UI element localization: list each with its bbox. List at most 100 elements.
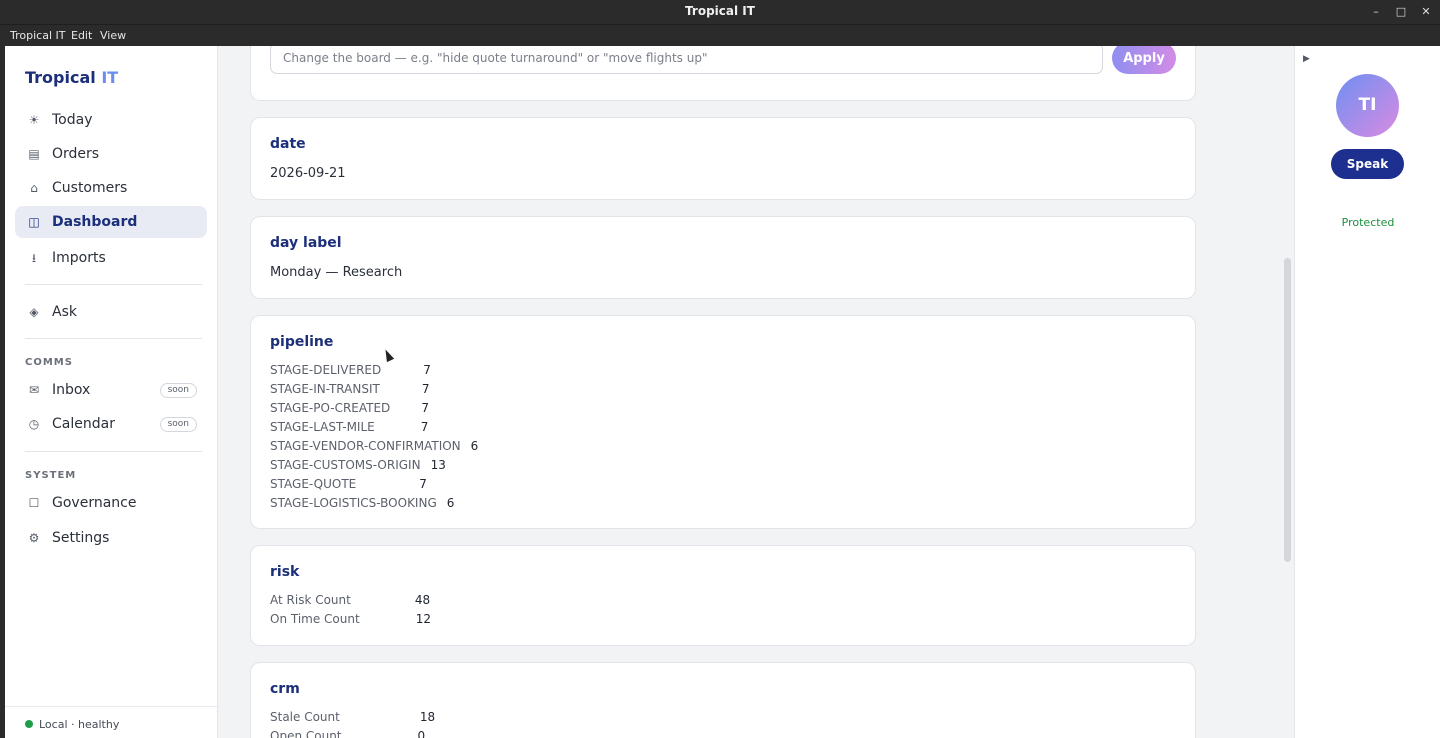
- kv-value: 7: [421, 382, 430, 396]
- board-prompt-card: Apply: [250, 46, 1196, 101]
- card-title: date: [270, 136, 306, 152]
- menu-bar: Tropical IT Edit View: [0, 24, 1440, 46]
- kv-key: STAGE-VENDOR-CONFIRMATION: [270, 439, 461, 453]
- kv-row: At Risk Count 48: [270, 591, 430, 610]
- kv-key: STAGE-QUOTE: [270, 477, 357, 491]
- sidebar-item-governance[interactable]: ☐ Governance: [15, 487, 207, 519]
- kv-value: 7: [421, 401, 429, 415]
- sidebar-item-label: Dashboard: [52, 214, 138, 230]
- kv-key: STAGE-PO-CREATED: [270, 401, 391, 415]
- kv-value: 7: [419, 477, 427, 491]
- protected-status: Protected: [1341, 216, 1395, 229]
- kv-value: 13: [430, 458, 446, 472]
- sidebar-item-label: Ask: [52, 304, 77, 320]
- kv-key: STAGE-IN-TRANSIT: [270, 382, 380, 396]
- close-icon[interactable]: ✕: [1418, 4, 1434, 20]
- board-prompt-input[interactable]: [270, 46, 1103, 74]
- card-crm: crm Stale Count 18 Open Count 0: [250, 662, 1196, 738]
- sidebar-item-dashboard[interactable]: ◫ Dashboard: [15, 206, 207, 238]
- section-label-comms: COMMS: [25, 357, 73, 368]
- kv-row: STAGE-DELIVERED 7: [270, 361, 431, 380]
- mail-icon: ✉: [28, 383, 40, 397]
- brand-accent: IT: [101, 68, 119, 87]
- kv-row: STAGE-CUSTOMS-ORIGIN 13: [270, 456, 446, 475]
- sidebar-item-ask[interactable]: ◈ Ask: [15, 296, 207, 328]
- window-titlebar: Tropical IT – □ ✕: [0, 0, 1440, 24]
- card-title: day label: [270, 235, 342, 251]
- gear-icon: ⚙: [28, 531, 40, 545]
- sidebar-item-settings[interactable]: ⚙ Settings: [15, 522, 207, 554]
- kv-value: 0: [417, 729, 426, 738]
- kv-value: 6: [470, 439, 479, 453]
- health-status-text: Local · healthy: [39, 718, 120, 731]
- kv-key: STAGE-LAST-MILE: [270, 420, 375, 434]
- minimize-icon[interactable]: –: [1368, 4, 1384, 20]
- list-icon: ▤: [28, 147, 40, 161]
- kv-value: 18: [419, 710, 436, 724]
- card-value: Monday — Research: [270, 265, 403, 280]
- assistant-panel: ▶ TI Speak Protected: [1294, 46, 1440, 738]
- soon-badge: soon: [159, 383, 197, 398]
- download-icon: ⭳: [31, 251, 37, 265]
- sidebar-item-label: Orders: [52, 146, 100, 162]
- sidebar-item-imports[interactable]: ⭳ Imports: [15, 242, 207, 274]
- sidebar-item-label: Settings: [52, 530, 110, 546]
- soon-badge: soon: [159, 417, 197, 432]
- maximize-icon[interactable]: □: [1393, 4, 1409, 20]
- sidebar: Tropical IT ☀ Today ▤ Orders ⌂ Customers…: [5, 46, 218, 738]
- card-day-label: day label Monday — Research: [250, 216, 1196, 299]
- kv-row: On Time Count 12: [270, 610, 431, 629]
- sidebar-item-label: Customers: [52, 180, 128, 196]
- kv-key: On Time Count: [270, 612, 360, 626]
- sidebar-item-label: Governance: [52, 495, 137, 511]
- kv-value: 7: [423, 363, 431, 377]
- kv-value: 7: [420, 420, 429, 434]
- kv-row: Stale Count 18: [270, 708, 435, 727]
- kv-row: STAGE-QUOTE 7: [270, 475, 427, 494]
- card-title: pipeline: [270, 334, 334, 350]
- sidebar-item-calendar[interactable]: ◷ Calendar soon: [15, 408, 207, 440]
- kv-row: STAGE-PO-CREATED 7: [270, 399, 429, 418]
- kv-row: STAGE-LOGISTICS-BOOKING 6: [270, 494, 454, 513]
- brand-logo[interactable]: Tropical IT: [25, 68, 118, 87]
- kv-key: Stale Count: [270, 710, 340, 724]
- sidebar-item-label: Inbox: [52, 382, 91, 398]
- dashboard-main: Apply date 2026-09-21 day label Monday —…: [218, 46, 1294, 738]
- kv-key: STAGE-CUSTOMS-ORIGIN: [270, 458, 421, 472]
- kv-key: STAGE-DELIVERED: [270, 363, 382, 377]
- kv-row: STAGE-LAST-MILE 7: [270, 418, 428, 437]
- sidebar-divider: [25, 284, 202, 285]
- sidebar-item-inbox[interactable]: ✉ Inbox soon: [15, 374, 207, 406]
- card-title: crm: [270, 681, 300, 697]
- diamond-icon: ◈: [29, 305, 39, 319]
- status-dot-icon: [25, 720, 33, 728]
- section-label-system: SYSTEM: [25, 470, 77, 481]
- sidebar-footer-divider: [5, 706, 217, 707]
- speak-button[interactable]: Speak: [1331, 149, 1404, 179]
- sidebar-item-label: Imports: [52, 250, 106, 266]
- brand-name: Tropical: [25, 68, 96, 87]
- sidebar-item-orders[interactable]: ▤ Orders: [15, 138, 207, 170]
- kv-value: 12: [415, 612, 431, 626]
- menu-edit[interactable]: Edit: [71, 25, 92, 47]
- collapse-arrow-icon[interactable]: ▶: [1303, 54, 1310, 64]
- card-risk: risk At Risk Count 48 On Time Count 12: [250, 545, 1196, 646]
- kv-value: 48: [414, 593, 431, 607]
- window-title: Tropical IT: [685, 4, 755, 18]
- main-scrollbar[interactable]: [1284, 258, 1291, 562]
- kv-row: STAGE-IN-TRANSIT 7: [270, 380, 429, 399]
- apply-button[interactable]: Apply: [1112, 46, 1176, 74]
- clock-icon: ◷: [28, 417, 40, 431]
- sidebar-divider: [25, 451, 202, 452]
- menu-view[interactable]: View: [100, 25, 126, 47]
- card-title: risk: [270, 564, 300, 580]
- sidebar-item-customers[interactable]: ⌂ Customers: [15, 172, 207, 204]
- sidebar-item-label: Today: [52, 112, 93, 128]
- kv-value: 6: [446, 496, 455, 510]
- sidebar-item-today[interactable]: ☀ Today: [15, 104, 207, 136]
- card-value: 2026-09-21: [270, 166, 346, 181]
- menu-app[interactable]: Tropical IT: [10, 25, 65, 47]
- square-icon: ☐: [28, 496, 40, 510]
- card-pipeline: pipeline STAGE-DELIVERED 7 STAGE-IN-TRANS…: [250, 315, 1196, 529]
- kv-key: At Risk Count: [270, 593, 351, 607]
